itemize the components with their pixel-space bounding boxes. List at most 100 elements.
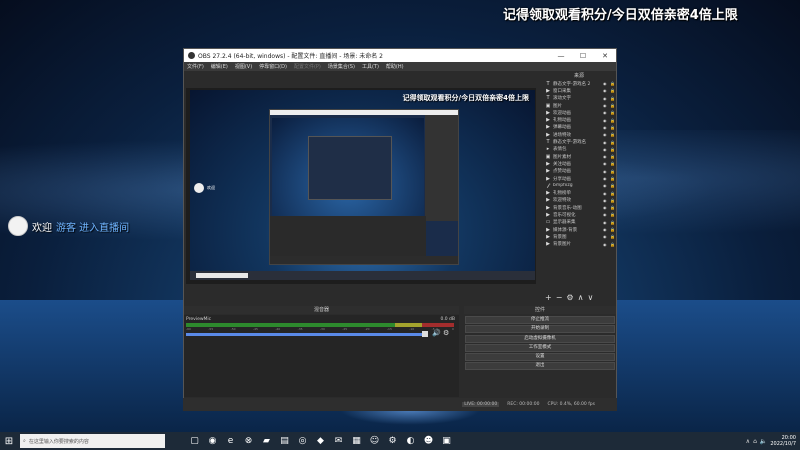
- lock-icon[interactable]: 🔒: [610, 88, 615, 93]
- menu-file[interactable]: 文件(F): [187, 63, 204, 70]
- visibility-eye-icon[interactable]: ◉: [603, 234, 608, 239]
- lock-icon[interactable]: 🔒: [610, 220, 615, 225]
- game-icon[interactable]: ◆: [313, 434, 328, 449]
- source-item[interactable]: ▣ 图片 ◉ 🔒: [543, 102, 615, 109]
- visibility-eye-icon[interactable]: ◉: [603, 88, 608, 93]
- visibility-eye-icon[interactable]: ◉: [603, 212, 608, 217]
- source-item[interactable]: ▭ 显示器采集 ◉ 🔒: [543, 219, 615, 226]
- close-button[interactable]: ✕: [594, 52, 616, 60]
- discord-icon[interactable]: ☻: [421, 434, 436, 449]
- speaker-icon[interactable]: 🔊: [432, 329, 441, 337]
- volume-slider-handle[interactable]: [422, 331, 428, 337]
- volume-slider[interactable]: [186, 333, 424, 336]
- source-item[interactable]: T 滚动文字 ◉ 🔒: [543, 95, 615, 102]
- source-item[interactable]: T 静态文字-游戏名 ◉ 🔒: [543, 138, 615, 145]
- lock-icon[interactable]: 🔒: [610, 118, 615, 123]
- visibility-eye-icon[interactable]: ◉: [603, 205, 608, 210]
- lock-icon[interactable]: 🔒: [610, 81, 615, 86]
- lock-icon[interactable]: 🔒: [610, 242, 615, 247]
- lock-icon[interactable]: 🔒: [610, 183, 615, 188]
- move-source-up-button[interactable]: ∧: [578, 293, 584, 302]
- menu-view[interactable]: 视图(V): [235, 63, 252, 70]
- gear-icon[interactable]: ⚙: [443, 329, 449, 337]
- visibility-eye-icon[interactable]: ◉: [603, 220, 608, 225]
- studio-mode-button[interactable]: 工作室模式: [465, 343, 615, 352]
- lock-icon[interactable]: 🔒: [610, 234, 615, 239]
- edge-icon[interactable]: e: [223, 434, 238, 449]
- visibility-eye-icon[interactable]: ◉: [603, 132, 608, 137]
- exit-button[interactable]: 退出: [465, 362, 615, 371]
- store-icon[interactable]: ▦: [349, 434, 364, 449]
- add-source-button[interactable]: +: [545, 293, 552, 302]
- move-source-down-button[interactable]: ∨: [587, 293, 593, 302]
- visibility-eye-icon[interactable]: ◉: [603, 110, 608, 115]
- visibility-eye-icon[interactable]: ◉: [603, 242, 608, 247]
- explorer-icon[interactable]: ▤: [277, 434, 292, 449]
- source-item[interactable]: ▶ 背景音乐-动图 ◉ 🔒: [543, 204, 615, 211]
- remove-source-button[interactable]: −: [556, 293, 563, 302]
- menu-scene-collection[interactable]: 场景集合(S): [328, 63, 355, 70]
- preview-canvas[interactable]: 记得领取观看积分/今日双倍亲密4倍上限 欢迎: [186, 88, 536, 284]
- source-item[interactable]: ▶ 弹幕动画 ◉ 🔒: [543, 124, 615, 131]
- visibility-eye-icon[interactable]: ◉: [603, 147, 608, 152]
- visibility-eye-icon[interactable]: ◉: [603, 118, 608, 123]
- steam-icon[interactable]: ◐: [403, 434, 418, 449]
- source-item[interactable]: ▸ 表情包 ◉ 🔒: [543, 146, 615, 153]
- menu-help[interactable]: 帮助(H): [386, 63, 404, 70]
- app-icon[interactable]: ▣: [439, 434, 454, 449]
- source-item[interactable]: ▶ 窗口采集 ◉ 🔒: [543, 87, 615, 94]
- source-item[interactable]: ▶ 欢迎特效 ◉ 🔒: [543, 197, 615, 204]
- network-icon[interactable]: ⌂: [753, 438, 757, 445]
- source-item[interactable]: ▶ 礼物动画 ◉ 🔒: [543, 116, 615, 123]
- stop-streaming-button[interactable]: 停止推流: [465, 316, 615, 324]
- lock-icon[interactable]: 🔒: [610, 212, 615, 217]
- source-item[interactable]: ▶ 进场特效 ◉ 🔒: [543, 131, 615, 138]
- maximize-button[interactable]: ☐: [572, 52, 594, 60]
- source-item[interactable]: ▶ 礼物榜单 ◉ 🔒: [543, 189, 615, 196]
- source-item[interactable]: ▶ 分享动画 ◉ 🔒: [543, 175, 615, 182]
- lock-icon[interactable]: 🔒: [610, 205, 615, 210]
- visibility-eye-icon[interactable]: ◉: [603, 140, 608, 145]
- volume-icon[interactable]: 🔈: [760, 438, 767, 445]
- source-item[interactable]: ▣ 图片素材 ◉ 🔒: [543, 153, 615, 160]
- source-item[interactable]: ▶ 欢迎动画 ◉ 🔒: [543, 109, 615, 116]
- windows-start-icon[interactable]: ⊞: [0, 432, 18, 450]
- source-item[interactable]: ▶ 关注动画 ◉ 🔒: [543, 160, 615, 167]
- lock-icon[interactable]: 🔒: [610, 125, 615, 130]
- visibility-eye-icon[interactable]: ◉: [603, 183, 608, 188]
- xbox-icon[interactable]: ⊗: [241, 434, 256, 449]
- source-item[interactable]: ▶ 媒体源-背景 ◉ 🔒: [543, 226, 615, 233]
- start-virtual-camera-button[interactable]: 启动虚拟摄像机: [465, 334, 615, 343]
- source-item[interactable]: ▶ 背景图片 ◉ 🔒: [543, 241, 615, 248]
- menu-profile[interactable]: 配置文件(P): [294, 63, 321, 70]
- visibility-eye-icon[interactable]: ◉: [603, 103, 608, 108]
- lock-icon[interactable]: 🔒: [610, 103, 615, 108]
- visibility-eye-icon[interactable]: ◉: [603, 81, 608, 86]
- start-recording-button[interactable]: 开始录制: [465, 325, 615, 334]
- visibility-eye-icon[interactable]: ◉: [603, 227, 608, 232]
- visibility-eye-icon[interactable]: ◉: [603, 96, 608, 101]
- wechat-icon[interactable]: ☺: [367, 434, 382, 449]
- minimize-button[interactable]: —: [550, 52, 572, 60]
- lock-icon[interactable]: 🔒: [610, 191, 615, 196]
- visibility-eye-icon[interactable]: ◉: [603, 154, 608, 159]
- source-item[interactable]: ▶ 点赞动画 ◉ 🔒: [543, 168, 615, 175]
- lock-icon[interactable]: 🔒: [610, 96, 615, 101]
- source-item[interactable]: T 静态文字-游戏名 2 ◉ 🔒: [543, 80, 615, 87]
- lock-icon[interactable]: 🔒: [610, 161, 615, 166]
- visibility-eye-icon[interactable]: ◉: [603, 191, 608, 196]
- tray-expand-icon[interactable]: ∧: [746, 438, 750, 445]
- source-properties-button[interactable]: ⚙: [566, 293, 573, 302]
- folder-icon[interactable]: ▰: [259, 434, 274, 449]
- lock-icon[interactable]: 🔒: [610, 140, 615, 145]
- lock-icon[interactable]: 🔒: [610, 132, 615, 137]
- task-view-icon[interactable]: ▢: [187, 434, 202, 449]
- source-item[interactable]: 𝒻 bmpfxzg ◉ 🔒: [543, 182, 615, 189]
- source-item[interactable]: ▶ 背景图 ◉ 🔒: [543, 233, 615, 240]
- lock-icon[interactable]: 🔒: [610, 147, 615, 152]
- visibility-eye-icon[interactable]: ◉: [603, 125, 608, 130]
- settings-icon[interactable]: ⚙: [385, 434, 400, 449]
- source-item[interactable]: ▶ 音乐可视化 ◉ 🔒: [543, 211, 615, 218]
- lock-icon[interactable]: 🔒: [610, 110, 615, 115]
- lock-icon[interactable]: 🔒: [610, 198, 615, 203]
